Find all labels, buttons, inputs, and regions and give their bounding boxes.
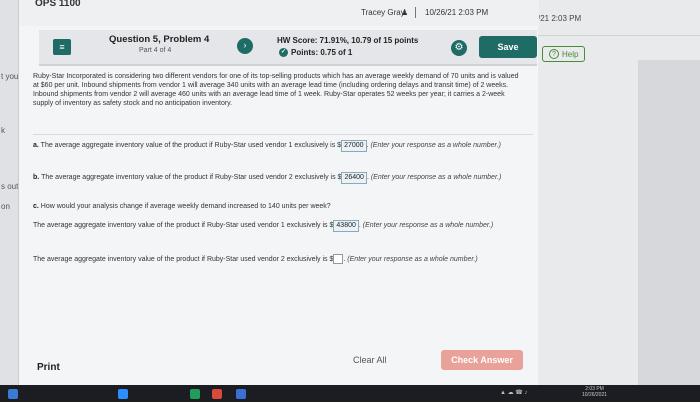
top-bar: OPS 1100 Tracey Gray ♟ 10/26/21 2:03 PM xyxy=(19,0,539,26)
gear-icon[interactable]: ⚙ xyxy=(451,40,467,56)
app-icon[interactable] xyxy=(118,389,128,399)
part-c2-answer-field[interactable] xyxy=(333,254,344,264)
save-button[interactable]: Save xyxy=(479,36,537,58)
user-name[interactable]: Tracey Gray xyxy=(361,8,405,17)
check-icon: ✓ xyxy=(279,48,288,57)
part-c: c. How would your analysis change if ave… xyxy=(33,202,528,212)
part-b-label: b. xyxy=(33,174,40,181)
taskbar-date: 10/26/2021 xyxy=(582,392,608,398)
part-b-hint: (Enter your response as a whole number.) xyxy=(370,174,502,181)
print-button[interactable]: Print xyxy=(37,362,60,373)
person-icon: ♟ xyxy=(401,8,409,17)
help-button[interactable]: ? Help xyxy=(542,46,586,62)
course-title: OPS 1100 xyxy=(35,0,81,9)
taskbar: ▲ ☁ ☎ ♪ 2:03 PM 10/26/2021 xyxy=(0,385,700,402)
footer-bar: Print Clear All Check Answer xyxy=(19,340,539,385)
part-c1: The average aggregate inventory value of… xyxy=(33,220,528,232)
left-strip-text-4: on xyxy=(1,202,10,211)
part-a: a. The average aggregate inventory value… xyxy=(33,140,528,152)
part-c2-text: The average aggregate inventory value of… xyxy=(33,255,334,263)
list-menu-icon[interactable]: ≡ xyxy=(53,39,71,55)
part-a-hint: (Enter your response as a whole number.) xyxy=(370,142,501,149)
part-c2-hint: (Enter your response as a whole number.) xyxy=(347,255,478,263)
part-c-text: How would your analysis change if averag… xyxy=(40,203,331,210)
left-strip-text-1: t you xyxy=(1,72,19,81)
part-c1-text: The average aggregate inventory value of… xyxy=(33,222,334,229)
background-window-right: /21 2:03 PM ? Help xyxy=(528,0,700,385)
part-b-answer-field[interactable]: 26400 xyxy=(341,172,367,184)
problem-statement: Ruby-Star Incorporated is considering tw… xyxy=(33,73,519,107)
question-title: Question 5, Problem 4 xyxy=(109,34,210,45)
main-window: OPS 1100 Tracey Gray ♟ 10/26/21 2:03 PM … xyxy=(18,0,539,385)
part-a-label: a. xyxy=(33,142,39,149)
divider xyxy=(415,7,416,18)
part-a-answer-field[interactable]: 27000 xyxy=(341,140,367,152)
hw-score: HW Score: 71.91%, 10.79 of 15 points xyxy=(277,36,419,45)
datetime: 10/26/21 2:03 PM xyxy=(425,8,489,17)
part-c1-answer-field[interactable]: 43800 xyxy=(333,220,359,232)
question-bar: ≡ Question 5, Problem 4 Part 4 of 4 › HW… xyxy=(39,30,537,66)
taskbar-clock[interactable]: 2:03 PM 10/26/2021 xyxy=(582,386,607,398)
left-strip-text-2: k xyxy=(1,126,5,135)
part-c2: The average aggregate inventory value of… xyxy=(33,254,478,264)
part-c1-hint: (Enter your response as a whole number.) xyxy=(362,222,494,229)
part-b: b. The average aggregate inventory value… xyxy=(33,172,528,184)
side-time: /21 2:03 PM xyxy=(538,14,582,23)
question-part: Part 4 of 4 xyxy=(139,47,172,54)
clear-all-button[interactable]: Clear All xyxy=(353,355,387,365)
check-answer-button[interactable]: Check Answer xyxy=(441,350,523,370)
app-icon[interactable] xyxy=(212,389,222,399)
part-a-text: The average aggregate inventory value of… xyxy=(40,142,342,149)
help-label: Help xyxy=(562,49,579,59)
points: ✓ Points: 0.75 of 1 xyxy=(279,48,352,57)
part-b-text: The average aggregate inventory value of… xyxy=(41,174,342,181)
side-panel xyxy=(638,60,700,385)
left-strip-text-3: s out xyxy=(1,182,19,191)
app-icon[interactable] xyxy=(236,389,246,399)
start-icon[interactable] xyxy=(8,389,18,399)
app-icon[interactable] xyxy=(190,389,200,399)
points-text: Points: 0.75 of 1 xyxy=(291,48,353,57)
system-tray-icons[interactable]: ▲ ☁ ☎ ♪ xyxy=(500,389,527,396)
next-question-button[interactable]: › xyxy=(237,38,253,54)
help-icon: ? xyxy=(549,49,559,59)
separator xyxy=(33,134,533,135)
part-c-label: c. xyxy=(33,203,39,210)
